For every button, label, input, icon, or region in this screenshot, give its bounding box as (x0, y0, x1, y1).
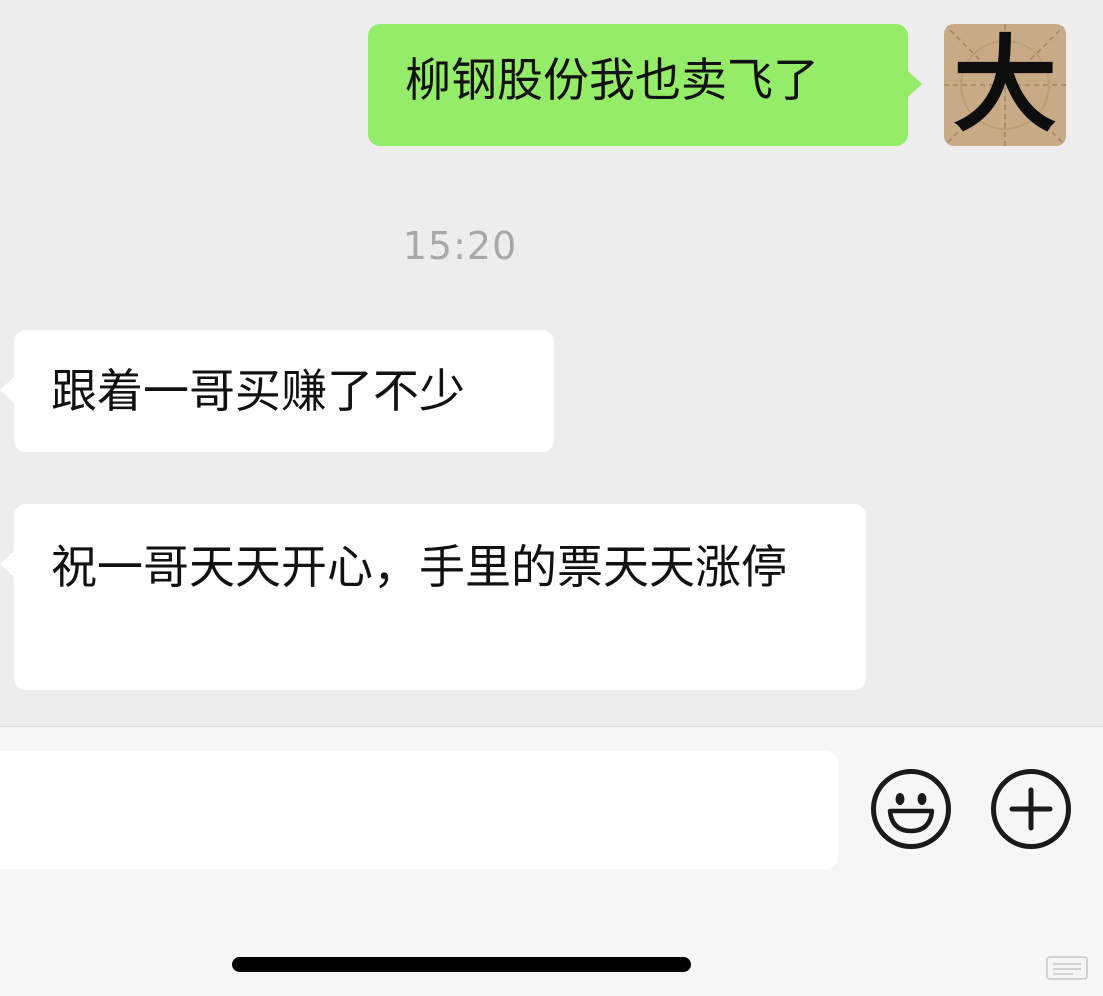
message-bubble-self[interactable]: 柳钢股份我也卖飞了 (368, 24, 922, 146)
message-bubble-other[interactable]: 祝一哥天天开心，手里的票天天涨停 (0, 504, 866, 690)
message-text: 祝一哥天天开心，手里的票天天涨停 (51, 540, 787, 594)
message-bubble-other[interactable]: 跟着一哥买赚了不少 (0, 330, 554, 452)
plus-circle-icon (1009, 787, 1053, 831)
emoji-button[interactable] (871, 769, 951, 849)
avatar-glyph: 大 (952, 24, 1057, 146)
message-text: 跟着一哥买赚了不少 (51, 364, 465, 418)
smiley-face-icon (887, 793, 935, 834)
message-timestamp: 15:20 (402, 224, 518, 268)
message-text: 柳钢股份我也卖飞了 (405, 53, 819, 107)
watermark-icon (1046, 956, 1088, 980)
input-bar (0, 726, 1103, 996)
chat-area: 柳钢股份我也卖飞了 大 15:20 跟着一哥买赚了不少 祝一哥天天开心，手里的票… (0, 0, 1103, 726)
home-indicator[interactable] (232, 957, 691, 972)
avatar[interactable]: 大 (944, 24, 1066, 146)
message-input[interactable] (0, 751, 838, 869)
more-button[interactable] (991, 769, 1071, 849)
